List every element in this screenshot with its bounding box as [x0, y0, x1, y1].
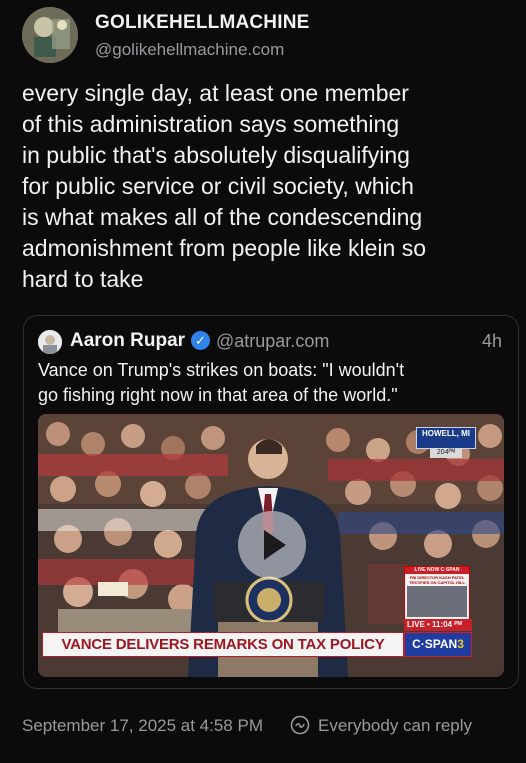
quote-time: 4h — [481, 331, 502, 351]
play-icon — [264, 530, 286, 560]
post-text-line: is what makes all of the condescending — [22, 204, 423, 230]
inset-image — [407, 586, 467, 617]
location-text: HOWELL, MI — [422, 429, 470, 438]
inset-header: LIVE NOW C·SPAN — [405, 567, 469, 574]
quote-body: Vance on Trump's strikes on boats: "I wo… — [38, 358, 508, 408]
post-header: GOLIKEHELLMACHINE @golikehellmachine.com — [22, 7, 512, 63]
network-name: C·SPAN — [412, 637, 458, 651]
author-handle[interactable]: @golikehellmachine.com — [95, 40, 284, 60]
avatar-image — [22, 7, 78, 63]
post-text-line: of this administration says something — [22, 111, 400, 137]
quote-author-avatar[interactable] — [38, 330, 62, 354]
post-text-line: every single day, at least one member — [22, 80, 409, 106]
reply-setting[interactable]: Everybody can reply — [318, 716, 472, 736]
inset-thumbnail: LIVE NOW C·SPAN FBI DIRECTOR KASH PATEL … — [404, 566, 470, 620]
post-text-line: in public that's absolutely disqualifyin… — [22, 142, 410, 168]
inset-caption: FBI DIRECTOR KASH PATEL TESTIFIES ON CAP… — [409, 575, 465, 585]
time-chyron: 204ᴾᴹ — [430, 448, 462, 458]
lower-third-banner: VANCE DELIVERS REMARKS ON TAX POLICY — [42, 632, 404, 657]
quoted-post[interactable]: Aaron Rupar ✓ @atrupar.com 4h Vance on T… — [23, 315, 519, 689]
network-suffix: 3 — [457, 637, 464, 651]
quote-author-name[interactable]: Aaron Rupar — [70, 330, 185, 352]
author-avatar[interactable] — [22, 7, 78, 63]
post-text-line: admonishment from people like klein so — [22, 235, 426, 261]
post-text-line: hard to take — [22, 266, 144, 292]
network-logo: C·SPAN3 — [404, 632, 472, 657]
video-player[interactable]: HOWELL, MI 204ᴾᴹ LIVE NOW C·SPAN FBI DIR… — [38, 414, 504, 677]
post-text-line: for public service or civil society, whi… — [22, 173, 414, 199]
quote-text-line: go fishing right now in that area of the… — [38, 385, 398, 405]
quote-author-handle[interactable]: @atrupar.com — [216, 331, 329, 352]
avatar-image — [38, 330, 62, 354]
post-body: every single day, at least one member of… — [22, 78, 512, 295]
play-button[interactable] — [238, 511, 306, 579]
quote-text-line: Vance on Trump's strikes on boats: "I wo… — [38, 360, 405, 380]
verified-badge-icon: ✓ — [191, 331, 210, 350]
live-tag: LIVE • 11:04 ᴾᴹ — [404, 619, 472, 631]
post-timestamp[interactable]: September 17, 2025 at 4:58 PM — [22, 716, 263, 736]
location-chyron: HOWELL, MI — [416, 427, 476, 449]
author-name[interactable]: GOLIKEHELLMACHINE — [95, 12, 310, 34]
reply-settings-icon — [290, 715, 310, 735]
banner-text: VANCE DELIVERS REMARKS ON TAX POLICY — [61, 636, 385, 653]
